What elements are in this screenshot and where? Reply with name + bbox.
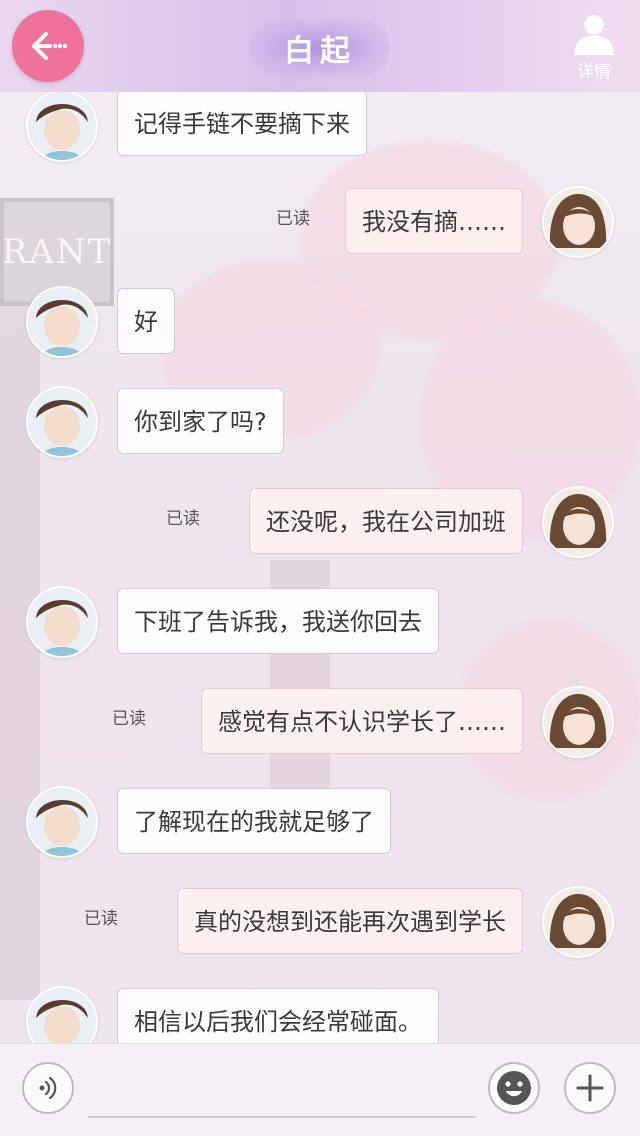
message-bubble[interactable]: 了解现在的我就足够了 xyxy=(117,788,391,854)
message-bubble[interactable]: 相信以后我们会经常碰面。 xyxy=(117,988,439,1044)
chat-header: 白起 详情 xyxy=(0,0,640,92)
message-bubble[interactable]: 记得手链不要摘下来 xyxy=(117,92,367,156)
message-bubble[interactable]: 下班了告诉我，我送你回去 xyxy=(117,588,439,654)
contact-avatar[interactable] xyxy=(26,586,98,658)
voice-icon xyxy=(39,1076,57,1100)
plus-icon xyxy=(576,1074,604,1102)
message-row: 记得手链不要摘下来 xyxy=(0,92,640,172)
read-status: 已读 xyxy=(112,709,146,729)
message-bubble[interactable]: 还没呢，我在公司加班 xyxy=(249,488,523,554)
user-avatar[interactable] xyxy=(542,486,614,558)
detail-button[interactable]: 详情 xyxy=(562,12,626,82)
read-status: 已读 xyxy=(276,209,310,229)
input-bar xyxy=(0,1043,640,1136)
contact-avatar[interactable] xyxy=(26,386,98,458)
chat-list[interactable]: 记得手链不要摘下来 已读 我没有摘…… 好 你到家了吗? 已读 还没呢，我在公司… xyxy=(0,92,640,1044)
user-avatar[interactable] xyxy=(542,686,614,758)
message-bubble[interactable]: 好 xyxy=(117,288,175,354)
user-avatar[interactable] xyxy=(542,886,614,958)
message-row: 已读 还没呢，我在公司加班 xyxy=(0,486,640,568)
message-bubble[interactable]: 真的没想到还能再次遇到学长 xyxy=(177,888,523,954)
emoji-icon xyxy=(497,1071,531,1105)
user-avatar[interactable] xyxy=(542,186,614,258)
contact-avatar[interactable] xyxy=(26,786,98,858)
message-bubble[interactable]: 感觉有点不认识学长了…… xyxy=(201,688,523,754)
detail-label: 详情 xyxy=(577,62,611,82)
contact-avatar[interactable] xyxy=(26,286,98,358)
message-row: 已读 我没有摘…… xyxy=(0,186,640,268)
read-status: 已读 xyxy=(84,909,118,929)
message-bubble[interactable]: 你到家了吗? xyxy=(117,388,284,454)
message-row: 相信以后我们会经常碰面。 xyxy=(0,986,640,1044)
voice-button[interactable] xyxy=(22,1062,74,1114)
plus-button[interactable] xyxy=(564,1062,616,1114)
emoji-button[interactable] xyxy=(488,1062,540,1114)
person-icon xyxy=(574,14,614,55)
message-row: 下班了告诉我，我送你回去 xyxy=(0,586,640,668)
message-bubble[interactable]: 我没有摘…… xyxy=(345,188,523,254)
contact-avatar[interactable] xyxy=(26,92,98,162)
page-title: 白起 xyxy=(250,20,390,76)
message-row: 好 xyxy=(0,286,640,368)
message-input[interactable] xyxy=(88,1066,476,1118)
message-row: 已读 真的没想到还能再次遇到学长 xyxy=(0,886,640,968)
message-row: 了解现在的我就足够了 xyxy=(0,786,640,868)
message-row: 已读 感觉有点不认识学长了…… xyxy=(0,686,640,768)
message-row: 你到家了吗? xyxy=(0,386,640,468)
contact-avatar[interactable] xyxy=(26,986,98,1044)
read-status: 已读 xyxy=(166,509,200,529)
